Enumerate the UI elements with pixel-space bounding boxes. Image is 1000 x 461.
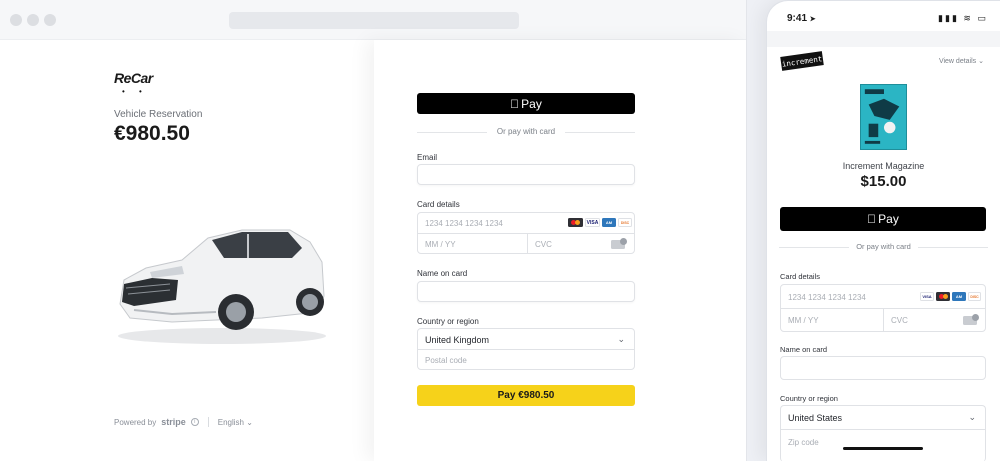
mobile-card-details-label: Card details xyxy=(780,272,821,281)
window-minimize-dot[interactable] xyxy=(27,14,39,26)
mobile-country-select[interactable]: United States ⌄ xyxy=(781,406,985,429)
mobile-name-on-card-field[interactable] xyxy=(780,356,986,380)
visa-icon: VISA xyxy=(920,292,934,301)
window-close-dot[interactable] xyxy=(10,14,22,26)
discover-icon: DISC xyxy=(618,218,632,227)
mobile-card-details-group: 1234 1234 1234 1234 VISA AM DISC MM / YY… xyxy=(780,284,986,332)
apple-logo-icon:  xyxy=(867,212,876,226)
mobile-cvc-placeholder: CVC xyxy=(891,316,908,325)
order-summary-pane: ReCar • • Vehicle Reservation €980.50 Po… xyxy=(0,40,374,461)
browser-titlebar xyxy=(0,0,746,40)
order-total: €980.50 xyxy=(114,122,190,145)
wifi-icon: ≋ xyxy=(963,13,973,23)
home-indicator xyxy=(843,447,923,450)
mobile-card-number-placeholder: 1234 1234 1234 1234 xyxy=(788,293,866,302)
signal-icon: ▮▮▮ xyxy=(938,13,959,23)
chevron-down-icon: ⌄ xyxy=(246,417,253,427)
expiry-input[interactable]: MM / YY xyxy=(418,234,527,254)
name-on-card-label: Name on card xyxy=(417,269,468,278)
mobile-expiry-placeholder: MM / YY xyxy=(788,316,819,325)
chevron-down-icon: ⌄ xyxy=(617,334,625,344)
or-divider: Or pay with card xyxy=(417,126,635,138)
magazine-cover-image xyxy=(860,84,907,150)
email-field[interactable] xyxy=(417,164,635,185)
mobile-country-value: United States xyxy=(788,413,843,423)
view-details-link[interactable]: View details ⌄ xyxy=(939,57,984,65)
cvc-card-icon xyxy=(963,314,979,325)
country-select[interactable]: United Kingdom ⌄ xyxy=(418,329,634,349)
vehicle-image xyxy=(118,229,326,344)
postal-code-placeholder: Postal code xyxy=(425,356,467,365)
view-details-label: View details xyxy=(938,58,977,65)
stripe-logo[interactable]: stripe xyxy=(161,417,186,427)
mobile-zip-input[interactable]: Zip code xyxy=(781,430,985,454)
country-value: United Kingdom xyxy=(425,335,490,345)
location-arrow-icon: ➤ xyxy=(809,16,816,23)
pay-button[interactable]: Pay €980.50 xyxy=(417,385,635,406)
footer: Powered by stripe i English ⌄ xyxy=(114,417,253,427)
mastercard-icon xyxy=(568,218,583,227)
amex-icon: AM xyxy=(602,218,616,227)
mobile-cvc-input[interactable]: CVC xyxy=(884,309,985,331)
powered-by-label: Powered by xyxy=(114,417,157,427)
product-label: Vehicle Reservation xyxy=(114,109,203,120)
product-price: $15.00 xyxy=(860,173,907,190)
product-name: Increment Magazine xyxy=(842,161,925,171)
mobile-phone-mockup: 9:41 ➤ ▮▮▮ ≋ ▭ increment View details ⌄ … xyxy=(766,0,1000,461)
footer-divider xyxy=(207,417,209,427)
info-icon[interactable]: i xyxy=(190,418,199,426)
time-text: 9:41 xyxy=(787,13,808,24)
apple-logo-icon:  xyxy=(510,97,519,111)
card-number-input[interactable]: 1234 1234 1234 1234 VISA AM DISC xyxy=(418,213,634,233)
mobile-apple-pay-button[interactable]:  Pay xyxy=(780,207,986,231)
mobile-card-number-input[interactable]: 1234 1234 1234 1234 VISA AM DISC xyxy=(781,285,985,309)
mobile-name-on-card-label: Name on card xyxy=(780,345,828,354)
battery-icon: ▭ xyxy=(977,13,988,23)
mobile-zip-placeholder: Zip code xyxy=(788,438,819,447)
status-time: 9:41 ➤ xyxy=(787,13,816,24)
apple-pay-button[interactable]:  Pay xyxy=(417,93,635,114)
mobile-address-group: United States ⌄ Zip code xyxy=(780,405,986,461)
apple-pay-label: Pay xyxy=(873,212,899,226)
mobile-country-label: Country or region xyxy=(780,394,838,403)
status-icons: ▮▮▮ ≋ ▭ xyxy=(938,13,988,24)
amex-icon: AM xyxy=(952,292,966,301)
card-details-group: 1234 1234 1234 1234 VISA AM DISC MM / YY… xyxy=(417,212,635,254)
visa-icon: VISA xyxy=(585,218,600,227)
merchant-logo: ReCar xyxy=(114,70,153,86)
cvc-card-icon xyxy=(611,238,627,249)
cvc-input[interactable]: CVC xyxy=(528,234,634,254)
chevron-down-icon: ⌄ xyxy=(968,412,976,422)
merchant-logo-dots: • • xyxy=(122,87,148,96)
desktop-browser-window: ReCar • • Vehicle Reservation €980.50 Po… xyxy=(0,0,747,461)
name-on-card-field[interactable] xyxy=(417,281,635,302)
increment-logo: increment xyxy=(780,51,824,71)
email-label: Email xyxy=(417,153,438,162)
mobile-or-divider: Or pay with card xyxy=(767,242,1000,254)
address-bar[interactable] xyxy=(229,12,519,29)
country-label: Country or region xyxy=(417,317,479,326)
language-label: English xyxy=(217,417,245,427)
card-number-placeholder: 1234 1234 1234 1234 xyxy=(425,219,503,228)
header-band xyxy=(767,31,1000,47)
discover-icon: DISC xyxy=(968,292,981,301)
payment-form-pane:  Pay Or pay with card Email Card detail… xyxy=(374,40,746,461)
address-group: United Kingdom ⌄ Postal code xyxy=(417,328,635,370)
window-zoom-dot[interactable] xyxy=(44,14,56,26)
chevron-down-icon: ⌄ xyxy=(978,58,984,65)
mobile-expiry-input[interactable]: MM / YY xyxy=(781,309,883,331)
apple-pay-label: Pay xyxy=(516,96,542,111)
postal-code-input[interactable]: Postal code xyxy=(418,350,634,370)
cvc-placeholder: CVC xyxy=(535,240,552,249)
expiry-placeholder: MM / YY xyxy=(425,240,456,249)
language-selector[interactable]: English ⌄ xyxy=(218,418,253,427)
card-details-label: Card details xyxy=(417,200,460,209)
mastercard-icon xyxy=(936,292,950,301)
